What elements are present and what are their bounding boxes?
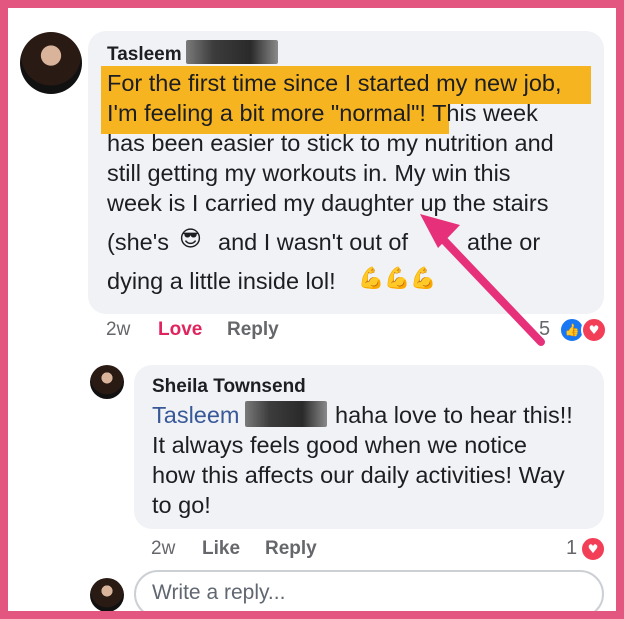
arrow-shaft — [436, 232, 545, 346]
arrow-annotation — [420, 214, 545, 346]
arrow-head — [420, 214, 460, 248]
comment-thread: Tasleem For the first time since I start… — [8, 8, 616, 611]
